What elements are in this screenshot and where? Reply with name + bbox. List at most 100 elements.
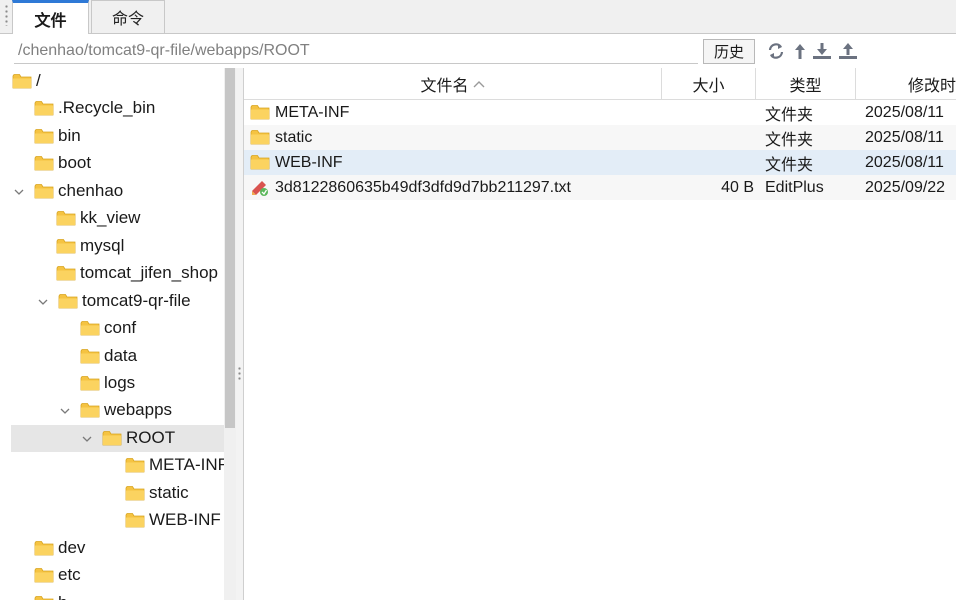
tree-item[interactable]: logs — [0, 370, 224, 397]
folder-icon — [34, 567, 54, 583]
tree-item-label: ROOT — [126, 427, 176, 447]
folder-icon — [80, 375, 100, 391]
tree-item-label: boot — [58, 153, 92, 173]
pane-splitter[interactable] — [236, 68, 243, 600]
tree-item[interactable]: chenhao — [0, 178, 224, 205]
folder-icon — [125, 512, 145, 528]
tree-item-label: static — [149, 482, 189, 502]
tree-item-label: tomcat9-qr-file — [82, 290, 191, 310]
download-icon[interactable] — [812, 41, 832, 61]
tree-item[interactable]: static — [0, 480, 224, 507]
path-input[interactable] — [14, 39, 698, 64]
file-modified: 2025/09/22 — [865, 178, 946, 196]
expand-chevron-icon[interactable] — [82, 434, 92, 444]
tree-item-label: WEB-INF — [149, 510, 221, 530]
tree-scrollbar[interactable] — [224, 68, 236, 600]
tab-commands[interactable]: 命令 — [91, 0, 165, 33]
folder-icon — [58, 293, 78, 309]
tab-files[interactable]: 文件 — [12, 0, 89, 34]
tree-item[interactable]: tomcat9-qr-file — [0, 288, 224, 315]
file-size — [662, 150, 754, 175]
column-header-modified[interactable]: 修改时 — [856, 68, 956, 99]
expand-chevron-icon[interactable] — [14, 187, 24, 197]
tree-item[interactable]: META-INF — [0, 452, 224, 479]
folder-icon — [56, 210, 76, 226]
column-type-label: 类型 — [789, 77, 822, 95]
file-name: 3d8122860635b49df3dfd9d7bb211297.txt — [275, 178, 571, 196]
tree-item[interactable]: mysql — [0, 233, 224, 260]
folder-icon — [34, 183, 54, 199]
folder-icon — [250, 104, 270, 121]
tree-item-label: dev — [58, 537, 86, 557]
column-size-label: 大小 — [692, 77, 725, 95]
history-button[interactable]: 历史 — [703, 39, 755, 64]
file-row[interactable]: META-INF 文件夹 2025/08/11 — [244, 100, 956, 125]
path-bar: 历史 — [0, 34, 956, 68]
column-header-type[interactable]: 类型 — [756, 68, 856, 99]
expand-chevron-icon[interactable] — [38, 297, 48, 307]
folder-icon — [80, 402, 100, 418]
tree-item[interactable]: conf — [0, 315, 224, 342]
directory-tree: / .Recycle_binbin boot chenhao kk_view mysql t… — [0, 68, 224, 600]
tree-item[interactable]: WEB-INF — [0, 507, 224, 534]
file-modified: 2025/08/11 — [865, 103, 944, 121]
tree-item[interactable]: kk_view — [0, 205, 224, 232]
tree-item-label: chenhao — [58, 180, 124, 200]
tree-item[interactable]: / — [0, 68, 224, 95]
folder-icon — [56, 265, 76, 281]
folder-icon — [56, 238, 76, 254]
splitter-grip[interactable] — [238, 366, 241, 382]
tree-item-label: data — [104, 345, 138, 365]
tree-scrollbar-thumb[interactable] — [225, 68, 235, 428]
file-row[interactable]: WEB-INF 文件夹 2025/08/11 — [244, 150, 956, 175]
file-row[interactable]: static 文件夹 2025/08/11 — [244, 125, 956, 150]
tree-item[interactable]: h — [0, 590, 224, 600]
tree-item-label: .Recycle_bin — [58, 98, 156, 118]
file-size — [662, 125, 754, 150]
tree-item-label: logs — [104, 372, 136, 392]
folder-icon — [34, 155, 54, 171]
tree-item-label: / — [36, 71, 41, 90]
file-size — [662, 100, 754, 125]
folder-icon — [34, 595, 54, 600]
tree-item[interactable]: etc — [0, 562, 224, 589]
tree-item[interactable]: webapps — [0, 397, 224, 424]
tree-item[interactable]: data — [0, 343, 224, 370]
column-header-size[interactable]: 大小 — [662, 68, 756, 99]
tree-item-label: h — [58, 593, 67, 600]
file-size: 40 B — [721, 178, 754, 196]
file-list: 文件名 大小 类型 修改时 META-INF 文件夹 2025/08/11 stati… — [243, 68, 956, 600]
file-type: EditPlus — [765, 178, 824, 196]
tree-item[interactable]: dev — [0, 535, 224, 562]
file-list-header: 文件名 大小 类型 修改时 — [244, 68, 956, 100]
file-name: META-INF — [275, 103, 350, 121]
tree-item-label: webapps — [104, 400, 173, 420]
editplus-file-icon — [250, 179, 270, 196]
folder-icon — [34, 540, 54, 556]
file-type: 文件夹 — [765, 156, 814, 174]
folder-icon — [102, 430, 122, 446]
file-row[interactable]: 3d8122860635b49df3dfd9d7bb211297.txt 40 B… — [244, 175, 956, 200]
tree-item-label: META-INF — [149, 455, 224, 475]
column-modified-label: 修改时 — [908, 77, 956, 95]
refresh-icon[interactable] — [766, 41, 786, 61]
tree-item[interactable]: .Recycle_bin — [0, 95, 224, 122]
tree-item[interactable]: ROOT — [11, 424, 224, 452]
tree-item[interactable]: tomcat_jifen_shop — [0, 260, 224, 287]
folder-icon — [125, 457, 145, 473]
expand-chevron-icon[interactable] — [60, 406, 70, 416]
column-header-name[interactable]: 文件名 — [244, 68, 662, 99]
sort-ascending-icon — [473, 80, 485, 88]
file-modified: 2025/08/11 — [865, 153, 944, 171]
tree-item[interactable]: boot — [0, 150, 224, 177]
file-name: WEB-INF — [275, 153, 343, 171]
file-type: 文件夹 — [765, 106, 814, 124]
upload-icon[interactable] — [838, 41, 858, 61]
up-arrow-icon[interactable] — [790, 41, 810, 61]
tree-item[interactable]: bin — [0, 123, 224, 150]
folder-icon — [34, 100, 54, 116]
tree-item-label: tomcat_jifen_shop — [80, 263, 218, 283]
grip-handle[interactable] — [5, 4, 8, 26]
folder-icon — [34, 128, 54, 144]
folder-icon — [125, 485, 145, 501]
